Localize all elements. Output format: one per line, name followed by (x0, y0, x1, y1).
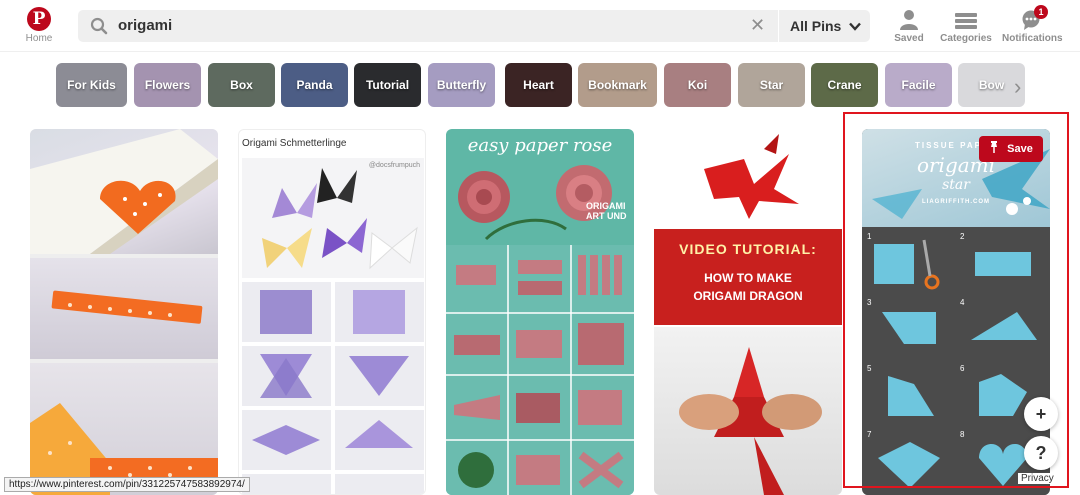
pin-step-image (242, 346, 331, 406)
guide-chip-crane[interactable]: Crane (811, 63, 878, 107)
pin-step-image (335, 282, 424, 342)
menu-icon (940, 8, 992, 30)
pin-caption-line2: HOW TO MAKE (704, 271, 792, 285)
help-button[interactable]: ? (1024, 436, 1058, 470)
search-scope-dropdown[interactable]: All Pins (790, 10, 862, 42)
pin-brand-logo: ORIGAMI ART UND (586, 201, 627, 221)
person-icon (894, 8, 924, 30)
pin-title: Origami Schmetterlinge (242, 138, 347, 149)
pin-heart-bookmark[interactable] (30, 129, 218, 495)
pin-step-image (242, 282, 331, 342)
pin-paper-rose[interactable]: easy paper rose ORIGAMI ART UND (446, 129, 634, 495)
pin-watermark: @docsfrumpuch (368, 162, 420, 169)
pin-image (30, 363, 218, 495)
guide-chip-tutorial[interactable]: Tutorial (354, 63, 421, 107)
speech-bubble-icon (1002, 8, 1060, 30)
pin-step-image (335, 474, 424, 494)
notifications-nav-button[interactable]: 1 Notifications (1002, 5, 1063, 44)
guide-chip-bookmark[interactable]: Bookmark (578, 63, 657, 107)
search-divider (778, 10, 779, 42)
pin-step-image (335, 410, 424, 470)
saved-label: Saved (894, 33, 924, 44)
pin-origami-butterflies[interactable]: Origami Schmetterlinge @docsfrumpuch (238, 129, 426, 495)
guide-chip-koi[interactable]: Koi (664, 63, 731, 107)
hover-highlight-frame (843, 112, 1069, 488)
pin-image (30, 258, 218, 359)
pin-image (654, 327, 842, 495)
pin-step-image (242, 410, 331, 470)
pin-image (30, 129, 218, 254)
notification-count-badge: 1 (1034, 5, 1048, 19)
notifications-label: Notifications (1002, 33, 1063, 44)
pinterest-logo-icon: P (27, 7, 51, 31)
save-button-label: Save (1007, 143, 1033, 155)
guide-chip-box[interactable]: Box (208, 63, 275, 107)
pin-image (654, 129, 842, 227)
pin-video-banner: VIDEO TUTORIAL: HOW TO MAKE ORIGAMI DRAG… (654, 229, 842, 325)
guide-chip-facile[interactable]: Facile (885, 63, 952, 107)
search-icon (90, 17, 108, 40)
pin-image: @docsfrumpuch (242, 158, 424, 278)
guide-chip-flowers[interactable]: Flowers (134, 63, 201, 107)
guide-chip-for-kids[interactable]: For Kids (56, 63, 127, 107)
add-button[interactable]: + (1024, 397, 1058, 431)
chevron-down-icon (849, 10, 862, 42)
home-link[interactable]: P Home (20, 7, 58, 44)
top-header: P Home ✕ All Pins Saved Categories (0, 0, 1080, 52)
categories-label: Categories (940, 33, 992, 44)
clear-search-icon[interactable]: ✕ (750, 15, 765, 36)
pushpin-icon (989, 141, 1007, 155)
pin-caption: easy paper rose (467, 135, 613, 156)
pin-caption-line1: VIDEO TUTORIAL: (679, 241, 817, 257)
categories-nav-button[interactable]: Categories (940, 8, 992, 44)
search-input[interactable] (118, 10, 718, 42)
pin-caption-line3: ORIGAMI DRAGON (693, 289, 803, 303)
pin-origami-dragon[interactable]: VIDEO TUTORIAL: HOW TO MAKE ORIGAMI DRAG… (654, 129, 842, 495)
search-bar[interactable]: ✕ All Pins (78, 10, 870, 42)
search-scope-label: All Pins (790, 18, 842, 34)
pin-step-image (335, 346, 424, 406)
chevron-right-icon[interactable]: › (1014, 74, 1021, 100)
guide-chip-heart[interactable]: Heart (505, 63, 572, 107)
pin-step-image (242, 474, 331, 494)
pin-steps-grid (446, 245, 634, 495)
guide-chip-panda[interactable]: Panda (281, 63, 348, 107)
privacy-link[interactable]: Privacy (1018, 473, 1057, 484)
browser-status-bar: https://www.pinterest.com/pin/3312257475… (4, 477, 250, 492)
guide-chip-star[interactable]: Star (738, 63, 805, 107)
saved-nav-button[interactable]: Saved (894, 8, 924, 44)
guide-chip-butterfly[interactable]: Butterfly (428, 63, 495, 107)
save-button[interactable]: Save (979, 136, 1043, 162)
home-label: Home (25, 33, 53, 44)
